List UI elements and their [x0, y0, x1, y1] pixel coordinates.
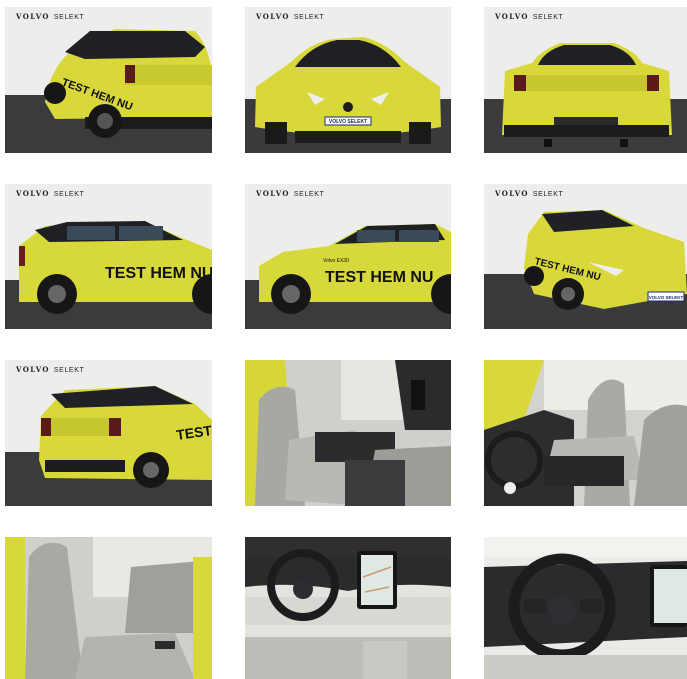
- photo-front-three-quarter[interactable]: VOLVO SELEKT TEST HEM NU VOLVO SELEKT: [484, 184, 687, 329]
- decal-text: TEST HEM NU: [105, 265, 212, 282]
- plate-text: VOLVO SELEKT: [329, 119, 367, 125]
- car-photo: Volvo EX30 TEST HEM NU: [245, 184, 451, 329]
- brand-label: VOLVO SELEKT: [495, 12, 564, 21]
- interior-photo: [245, 537, 451, 679]
- car-photo: VOLVO SELEKT: [245, 7, 451, 153]
- photo-front[interactable]: VOLVO SELEKT VOLVO SELEKT: [245, 7, 451, 153]
- car-photo: VOLVO SELEKT TEST HEM NU: [484, 184, 687, 329]
- photo-front-seats[interactable]: [245, 360, 451, 506]
- photo-side-right[interactable]: Volvo EX30 TEST HEM NU VOLVO SELEKT: [245, 184, 451, 329]
- photo-dashboard[interactable]: [245, 537, 451, 679]
- brand-label: VOLVO SELEKT: [256, 12, 325, 21]
- plate-text: VOLVO SELEKT: [649, 295, 684, 300]
- interior-photo: [484, 360, 687, 506]
- photo-side-left[interactable]: TEST HEM NU VOLVO SELEKT: [5, 184, 212, 329]
- brand-label: VOLVO SELEKT: [16, 365, 85, 374]
- decal-text: TEST HEM NU: [325, 269, 433, 286]
- photo-rear-three-quarter-right[interactable]: TEST HEM NU VOLVOSELEKT: [5, 360, 212, 506]
- interior-photo: [245, 360, 451, 506]
- photo-rear-three-quarter[interactable]: TEST HEM NU VOLVO SELEKT: [5, 7, 212, 153]
- photo-driver-seat[interactable]: [484, 360, 687, 506]
- brand-label: VOLVO SELEKT: [256, 189, 325, 198]
- interior-photo: [5, 537, 212, 679]
- photo-gallery: TEST HEM NU VOLVO SELEKT VOLVO SELEKT VOL…: [0, 0, 687, 679]
- car-photo: [484, 7, 687, 153]
- brand-label: VOLVO SELEKT: [495, 189, 564, 198]
- car-photo: TEST HEM NU: [5, 184, 212, 329]
- decal-small-text: Volvo EX30: [323, 258, 349, 264]
- brand-label: VOLVO SELEKT: [16, 12, 85, 21]
- photo-rear[interactable]: VOLVO SELEKT: [484, 7, 687, 153]
- photo-steering-wheel[interactable]: [484, 537, 687, 679]
- photo-rear-seats[interactable]: [5, 537, 212, 679]
- car-photo: TEST HEM NU: [5, 7, 212, 153]
- car-photo: TEST HEM NU: [5, 360, 212, 506]
- interior-photo: [484, 537, 687, 679]
- brand-label: VOLVO SELEKT: [16, 189, 85, 198]
